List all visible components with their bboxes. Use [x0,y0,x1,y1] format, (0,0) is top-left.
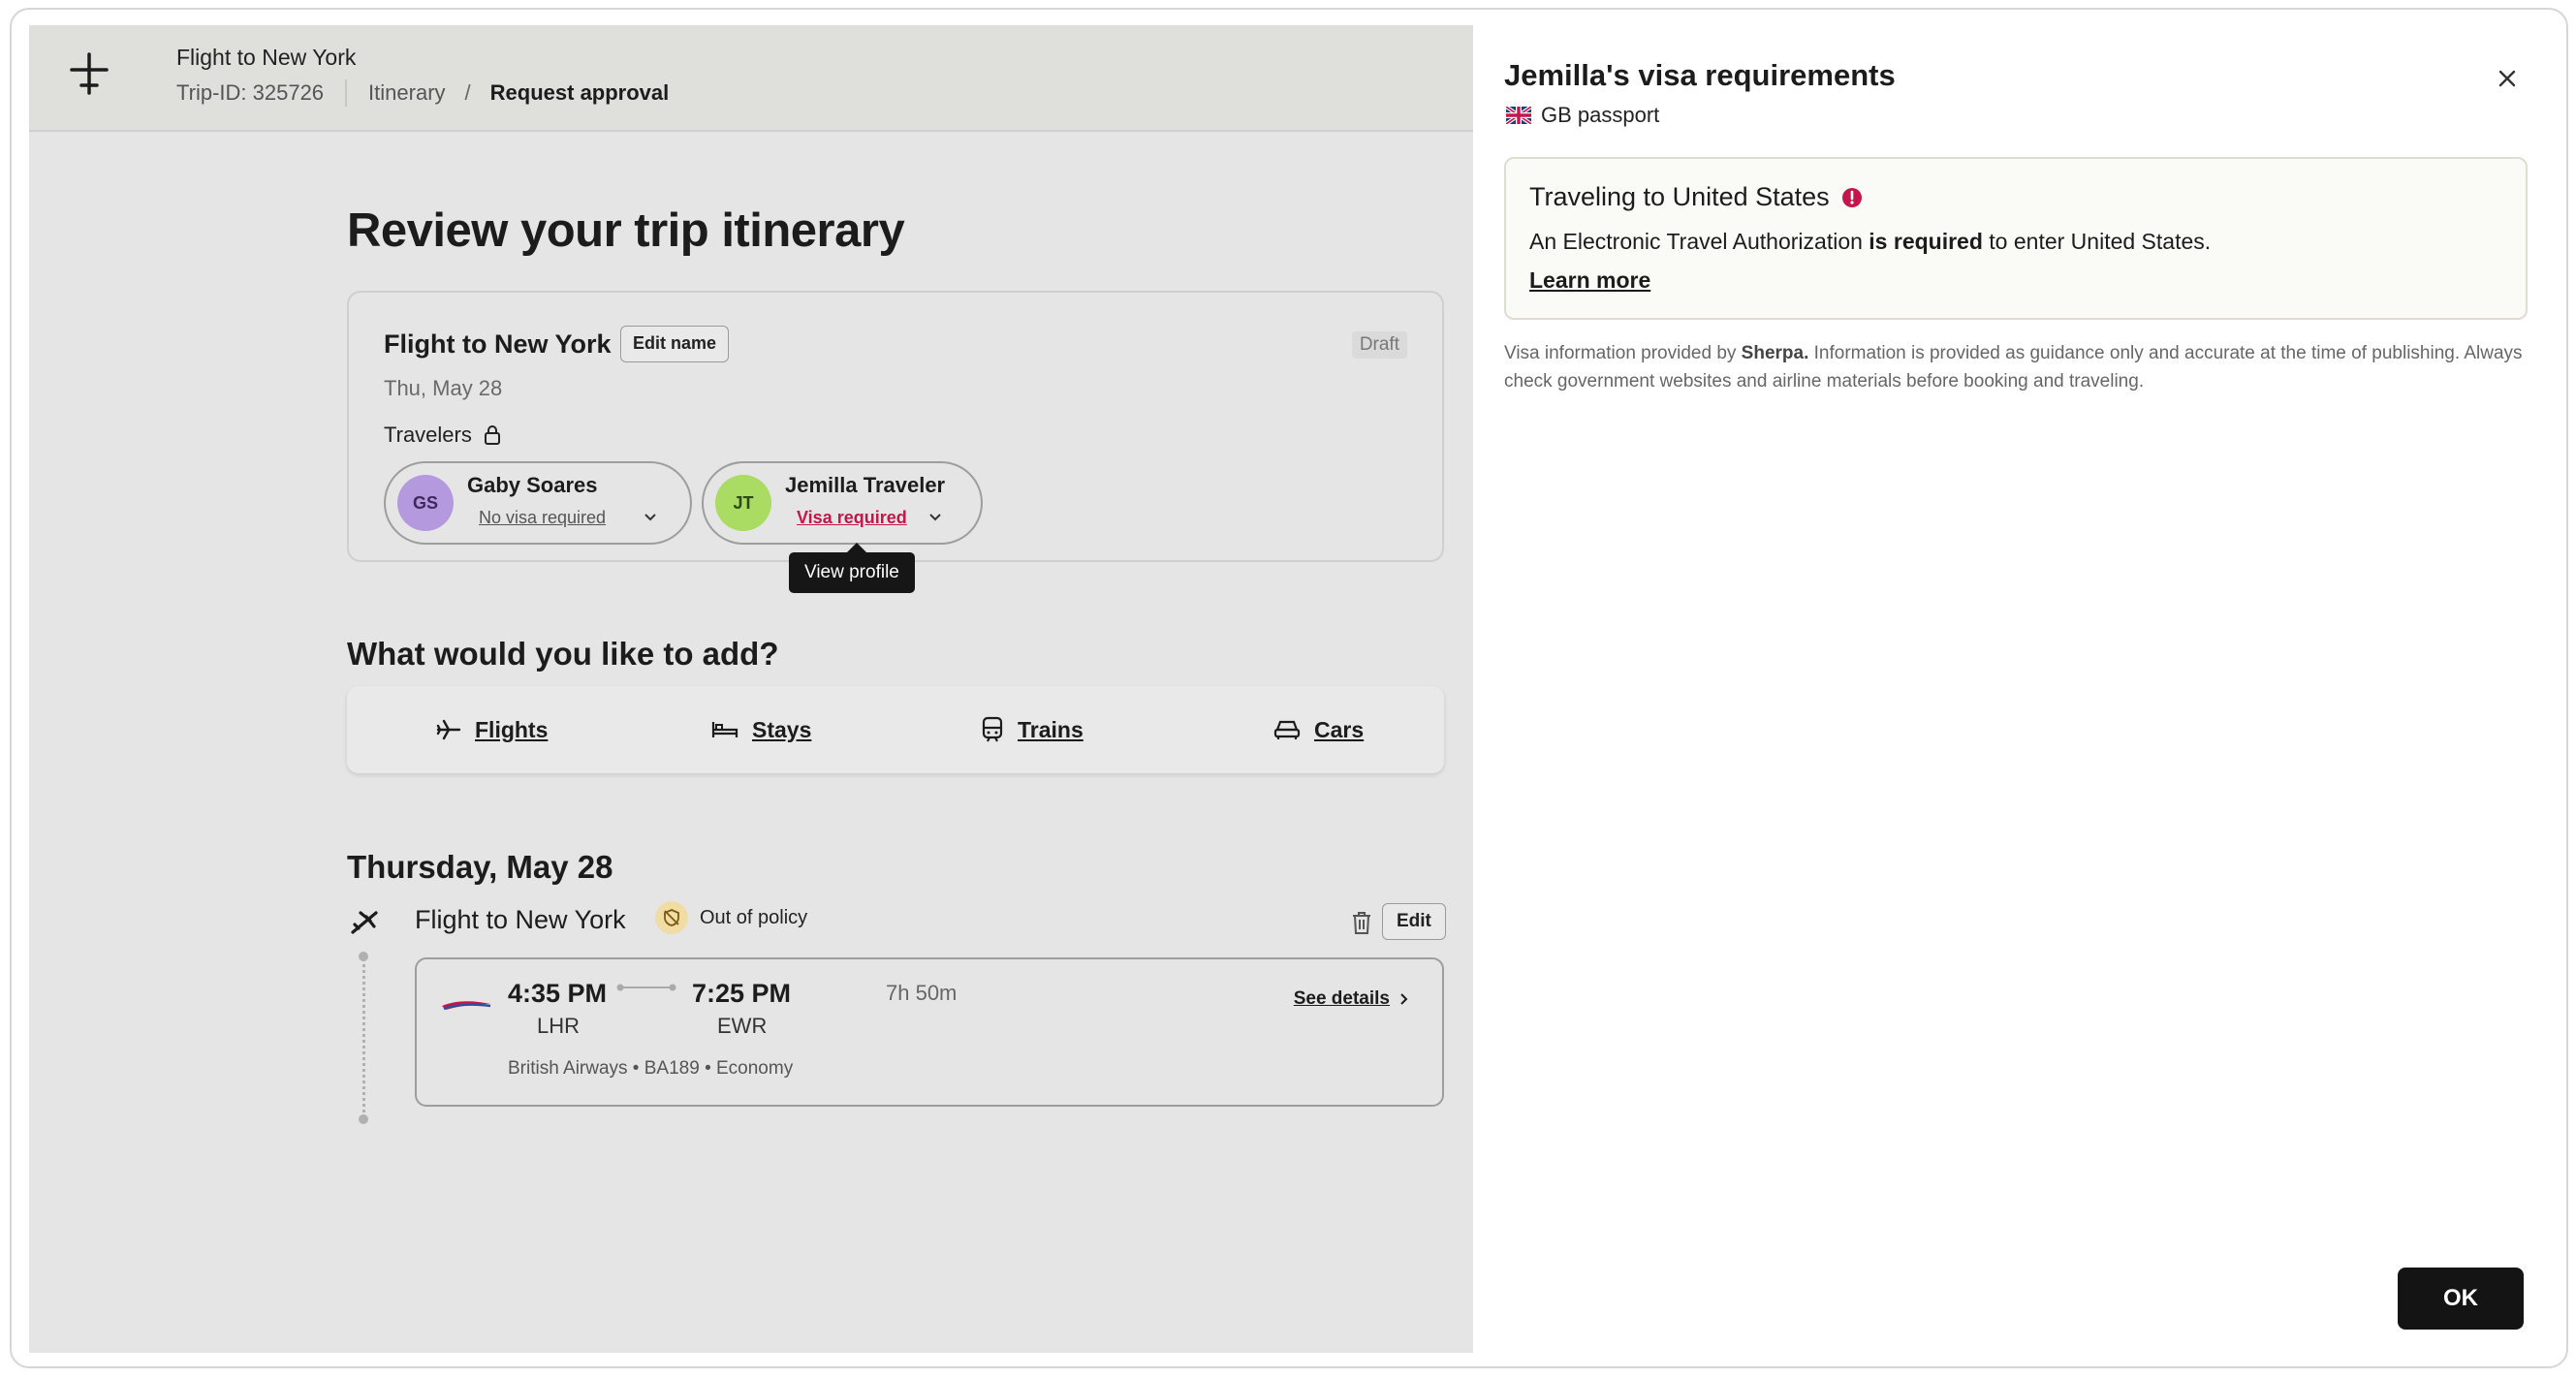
british-airways-logo-icon [442,1001,491,1011]
bed-icon [711,722,738,737]
add-item-label: Flights [475,716,549,742]
requirement-text-bold: is required [1869,229,1983,254]
traveler-name: Jemilla Traveler [785,473,946,497]
avatar: GS [397,475,454,531]
disclaimer-note: Visa information provided by Sherpa. Inf… [1504,339,2531,395]
trip-name: Flight to New York [384,329,612,359]
flight-duration: 7h 50m [886,981,958,1005]
route-line [616,984,676,991]
passport-label: GB passport [1541,103,1660,127]
airplane-icon [351,911,378,934]
departure-time: 4:35 PM [508,979,608,1008]
note-pre: Visa information provided by [1504,343,1742,363]
visa-status-link[interactable]: No visa required [479,508,606,528]
edit-name-button[interactable]: Edit name [620,326,730,362]
visa-status-link[interactable]: Visa required [797,508,907,528]
passport-info: GB passport [1506,103,1659,128]
travelers-heading: Travelers [384,423,472,447]
see-details-label: See details [1293,988,1390,1009]
add-trains-button[interactable]: Trains [981,686,1084,773]
chevron-down-icon[interactable] [642,508,659,525]
ok-button[interactable]: OK [2398,1268,2524,1330]
divider [345,79,348,107]
add-flights-button[interactable]: Flights [436,686,548,773]
destination-heading: Traveling to United States [1529,182,1863,212]
trip-card: Flight to New York Edit name Draft Thu, … [347,291,1444,562]
flight-meta: British Airways • BA189 • Economy [508,1058,794,1079]
breadcrumb-current: Request approval [489,80,670,105]
app-header: Flight to New York Trip-ID: 325726 Itine… [29,25,1473,132]
traveler-chip-gaby[interactable]: GS Gaby Soares No visa required [384,461,692,545]
breadcrumb: Trip-ID: 325726 Itinerary / Request appr… [176,79,669,107]
add-stays-button[interactable]: Stays [711,686,811,773]
avatar: JT [715,475,771,531]
trip-id: Trip-ID: 325726 [176,80,325,105]
day-heading: Thursday, May 28 [347,849,613,885]
segment-title: Flight to New York [415,905,626,934]
traveler-chip-jemilla[interactable]: JT Jemilla Traveler Visa required [702,461,983,545]
requirement-text-post: to enter United States. [1982,229,2212,254]
note-provider: Sherpa. [1741,343,1809,363]
add-heading: What would you like to add? [347,636,779,672]
status-badge: Draft [1351,331,1407,359]
visa-requirement-box: Traveling to United States An Electronic… [1504,157,2528,320]
learn-more-link[interactable]: Learn more [1529,267,1650,294]
visa-requirements-drawer: Jemilla's visa requirements GB passport … [1473,25,2566,1362]
arrival-airport: EWR [717,1014,768,1038]
alert-icon [1841,187,1862,207]
add-item-label: Stays [752,716,812,742]
view-profile-tooltip: View profile [789,543,915,593]
trip-title: Flight to New York [176,45,357,70]
plane-logo-icon[interactable] [68,52,110,95]
add-item-label: Cars [1314,716,1365,742]
edit-segment-button[interactable]: Edit [1382,903,1446,940]
page-title: Review your trip itinerary [347,204,905,257]
destination-title: Traveling to United States [1529,182,1830,211]
requirement-text: An Electronic Travel Authorization is re… [1529,229,2211,255]
flight-card[interactable]: 4:35 PM LHR 7:25 PM EWR 7h 50m See detai… [415,957,1444,1107]
travelers-label: Travelers [384,423,501,448]
timeline-dot [359,1114,368,1124]
drawer-title: Jemilla's visa requirements [1504,58,1896,92]
window-frame: Flight to New York Trip-ID: 325726 Itine… [10,8,2568,1368]
add-options-bar: Flights Stays Trains Cars [347,686,1444,773]
requirement-text-pre: An Electronic Travel Authorization [1529,229,1869,254]
shield-off-icon [655,901,688,934]
policy-badge-label: Out of policy [700,906,808,928]
plane-icon [436,719,461,740]
chevron-down-icon[interactable] [927,508,944,525]
arrival-time: 7:25 PM [692,979,792,1008]
trash-icon[interactable] [1349,909,1374,936]
close-icon[interactable] [2493,64,2522,93]
trip-date: Thu, May 28 [384,376,503,400]
uk-flag-icon [1506,107,1531,124]
add-item-label: Trains [1018,716,1084,742]
traveler-name: Gaby Soares [467,473,598,497]
out-of-policy-badge: Out of policy [655,901,807,934]
train-icon [982,716,1003,742]
see-details-link[interactable]: See details [1294,988,1409,1010]
timeline-line [362,957,365,1120]
lock-icon [484,425,500,445]
car-icon [1273,720,1301,739]
trip-app: Flight to New York Trip-ID: 325726 Itine… [29,25,1473,1353]
breadcrumb-separator: / [464,80,471,105]
breadcrumb-itinerary[interactable]: Itinerary [368,80,445,106]
add-cars-button[interactable]: Cars [1273,686,1364,773]
chevron-right-icon [1400,993,1408,1005]
departure-airport: LHR [537,1014,581,1038]
